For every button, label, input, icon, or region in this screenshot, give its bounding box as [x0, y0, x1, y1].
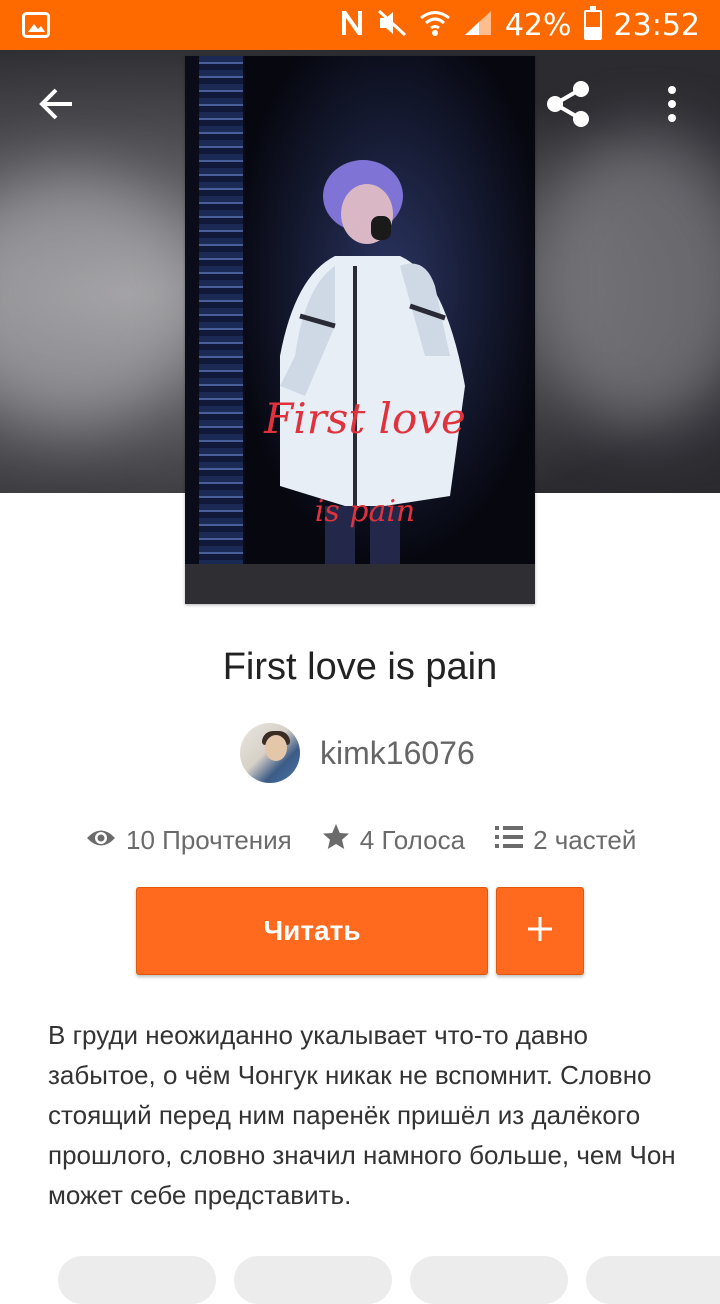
add-to-library-button[interactable]: [496, 887, 584, 975]
story-cover[interactable]: First love is pain: [185, 56, 535, 604]
more-button[interactable]: [642, 76, 702, 136]
tag-list: [58, 1256, 720, 1304]
votes-count: 4 Голоса: [359, 824, 466, 855]
tag-chip[interactable]: [58, 1256, 216, 1304]
list-icon: [495, 825, 533, 856]
arrow-left-icon: [38, 87, 74, 126]
author-avatar[interactable]: [240, 723, 300, 783]
story-title: First love is pain: [222, 646, 498, 688]
wifi-icon: [419, 9, 451, 42]
plus-icon: [527, 916, 553, 947]
eye-icon: [86, 825, 126, 856]
battery-percent: 42%: [504, 7, 572, 43]
cover-bottom-strip: [185, 564, 535, 604]
votes-stat: 4 Голоса: [322, 823, 465, 858]
nfc-icon: [339, 9, 365, 42]
clock: 23:52: [613, 7, 700, 43]
gallery-icon: [22, 12, 50, 38]
parts-stat: 2 частей: [495, 825, 636, 856]
read-button[interactable]: Читать: [136, 887, 488, 975]
tag-chip[interactable]: [234, 1256, 392, 1304]
author-link[interactable]: kimk16076: [240, 722, 475, 784]
status-bar: 42% 23:52: [0, 0, 720, 50]
star-icon: [322, 823, 360, 858]
battery-icon: [583, 6, 602, 40]
story-stats: 10 Прочтения 4 Голоса 2 частей: [86, 815, 666, 865]
parts-count: 2 частей: [533, 824, 637, 855]
more-vertical-icon: [666, 85, 678, 127]
tag-chip[interactable]: [410, 1256, 568, 1304]
share-button[interactable]: [538, 76, 598, 136]
reads-stat: 10 Прочтения: [86, 825, 292, 856]
signal-icon: [463, 9, 493, 42]
share-icon: [543, 79, 593, 134]
mute-icon: [377, 9, 407, 42]
story-description: В груди неожиданно укалывает что-то давн…: [48, 1020, 676, 1210]
back-button[interactable]: [26, 76, 86, 136]
read-button-label: Читать: [263, 915, 361, 946]
author-name[interactable]: kimk16076: [320, 735, 475, 772]
tag-chip[interactable]: [586, 1256, 720, 1304]
reads-count: 10 Прочтения: [126, 824, 292, 855]
cover-title-line1: First love: [264, 394, 466, 443]
cover-title-line2: is pain: [314, 494, 416, 529]
